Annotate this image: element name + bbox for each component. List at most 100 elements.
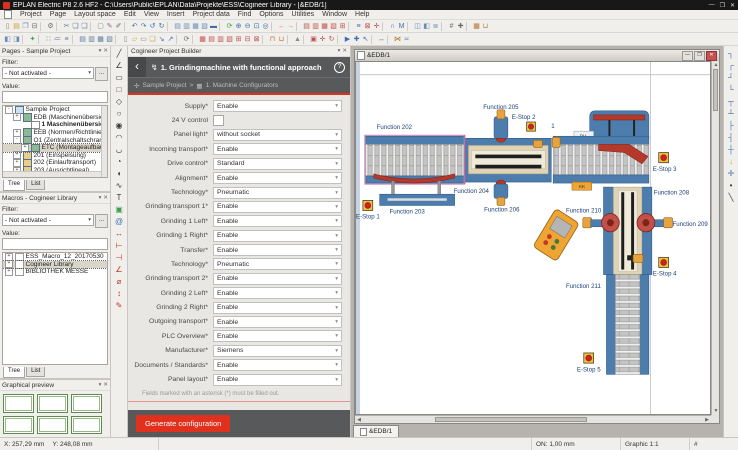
move-base-point-icon[interactable]: ✛: [372, 21, 381, 32]
filter-browse-button[interactable]: ...: [95, 214, 108, 228]
toolbar-icon[interactable]: [271, 22, 276, 31]
scroll-up-icon[interactable]: ▲: [712, 61, 720, 69]
panel-close-icon[interactable]: ✕: [103, 382, 108, 388]
menu-options[interactable]: Options: [259, 11, 283, 18]
window-maximize-button[interactable]: ❐: [720, 2, 725, 9]
menu-project-data[interactable]: Project data: [192, 11, 229, 18]
menu-edit[interactable]: Edit: [124, 11, 136, 18]
drawing-function-206-grinding-head-bottom[interactable]: Function 206: [484, 180, 520, 214]
interruption-point-icon[interactable]: ↓: [725, 156, 737, 168]
drawing-e-stop-2[interactable]: E-Stop 2: [512, 114, 536, 131]
zoom-in-icon[interactable]: ⊕: [234, 21, 243, 32]
insert-device-icon[interactable]: ▤: [78, 34, 87, 45]
preview-thumb-6[interactable]: [71, 416, 102, 435]
toolbar-icon[interactable]: [287, 35, 292, 44]
page-preview-icon[interactable]: ◧: [422, 21, 431, 32]
autoconnect-icon[interactable]: ≍: [402, 34, 411, 45]
scroll-right-icon[interactable]: ▶: [703, 416, 711, 424]
snap-to-grid-icon[interactable]: ⊞: [338, 21, 347, 32]
arc-3point-icon[interactable]: ◡: [113, 144, 125, 156]
redo-history-icon[interactable]: ↻: [157, 21, 166, 32]
diameter-dimension-icon[interactable]: ⌀: [113, 276, 125, 288]
ellipse-icon[interactable]: ◖: [113, 168, 125, 180]
toolbar-icon[interactable]: [441, 22, 446, 31]
open-page-icon[interactable]: ▱: [130, 34, 139, 45]
config-select[interactable]: Enable ▾: [213, 143, 342, 155]
graphic-grid-c-icon[interactable]: ▦: [320, 21, 329, 32]
assign-format-icon[interactable]: ✐: [114, 21, 123, 32]
chain-dimension-icon[interactable]: ⊢: [113, 240, 125, 252]
config-select[interactable]: Enable ▾: [213, 330, 342, 342]
drawing-e-stop-3[interactable]: E-Stop 3: [653, 153, 677, 173]
toolbar-icon[interactable]: [124, 22, 129, 31]
menu-help[interactable]: Help: [355, 11, 369, 18]
junction-dot-icon[interactable]: •: [725, 180, 737, 192]
pointer-mode-icon[interactable]: ▶: [343, 34, 352, 45]
placeholder-object-icon[interactable]: ▧: [200, 21, 209, 32]
export-pages-icon[interactable]: ↗: [166, 34, 175, 45]
device-navigator-icon[interactable]: ∷: [44, 34, 53, 45]
config-select[interactable]: Enable ▾: [213, 244, 342, 256]
drawing-e-stop-5[interactable]: E-Stop 5: [577, 353, 601, 373]
config-select[interactable]: Enable ▾: [213, 316, 342, 328]
edit-terminal-strip-icon[interactable]: ⊓: [268, 34, 277, 45]
help-button[interactable]: ?: [334, 62, 345, 73]
increment-icon[interactable]: ✚: [456, 21, 465, 32]
open-project-icon[interactable]: ▤: [12, 21, 21, 32]
height-dimension-icon[interactable]: ↕: [113, 288, 125, 300]
filter-browse-button[interactable]: ...: [95, 67, 108, 81]
tree-item-o1[interactable]: - O1 (Zentralschaltschrank): [3, 136, 107, 144]
toolbar-icon[interactable]: [22, 35, 27, 44]
toolbar-icon[interactable]: [56, 22, 61, 31]
pages-tab-tree[interactable]: Tree: [3, 180, 25, 191]
preview-thumb-4[interactable]: [3, 416, 34, 435]
preview-thumb-5[interactable]: [37, 416, 68, 435]
toolbar-icon[interactable]: [115, 35, 120, 44]
paste-icon[interactable]: ❑: [80, 21, 89, 32]
symbol-navigator-icon[interactable]: ≔: [53, 34, 62, 45]
menu-window[interactable]: Window: [322, 11, 347, 18]
toolbar-icon[interactable]: [192, 35, 197, 44]
menu-page[interactable]: Page: [50, 11, 66, 18]
cogineer-icon[interactable]: ✦: [28, 34, 37, 45]
circle-icon[interactable]: ○: [113, 108, 125, 120]
toolbar-icon[interactable]: [303, 35, 308, 44]
terminal-diagram-icon[interactable]: ▤: [207, 34, 216, 45]
window-minimize-button[interactable]: —: [709, 2, 715, 9]
preview-thumb-3[interactable]: [71, 394, 102, 413]
panel-close-icon[interactable]: ✕: [342, 48, 347, 54]
preview-thumb-2[interactable]: [37, 394, 68, 413]
logic-mode-icon[interactable]: ∩: [388, 21, 397, 32]
config-select[interactable]: Enable ▾: [213, 230, 342, 242]
config-select[interactable]: Standard ▾: [213, 158, 342, 170]
page-macro-icon[interactable]: ▤: [173, 21, 182, 32]
config-select[interactable]: without socket ▾: [213, 129, 342, 141]
undo-icon[interactable]: ↶: [130, 21, 139, 32]
rotate-objects-icon[interactable]: ↻: [327, 34, 336, 45]
update-reports-icon[interactable]: ⟳: [182, 34, 191, 45]
breadcrumb-page[interactable]: 1. Machine Configurators: [205, 82, 278, 89]
drawing-function-203-alignment[interactable]: Function 203: [374, 174, 455, 216]
angle-dimension-icon[interactable]: ∠: [113, 264, 125, 276]
tree-expander-icon[interactable]: -: [13, 136, 21, 144]
page-properties-icon[interactable]: ▭: [139, 34, 148, 45]
config-select[interactable]: Pneumatic ▾: [213, 258, 342, 270]
cable-diagram-icon[interactable]: ▥: [216, 34, 225, 45]
fullscreen-icon[interactable]: ▬: [209, 21, 218, 32]
toolbar-icon[interactable]: [72, 35, 77, 44]
symbol-macro-icon[interactable]: ▦: [191, 21, 200, 32]
macros-tab-tree[interactable]: Tree: [3, 367, 25, 378]
move-objects-icon[interactable]: ✛: [318, 34, 327, 45]
angle-ne-icon[interactable]: ┐: [725, 48, 737, 60]
config-select[interactable]: Enable ▾: [213, 359, 342, 371]
copy-page-icon[interactable]: ❏: [148, 34, 157, 45]
toolbar-icon[interactable]: [371, 35, 376, 44]
connection-list-icon[interactable]: ▧: [225, 34, 234, 45]
rectangle-icon[interactable]: ▭: [113, 72, 125, 84]
schematic-canvas[interactable]: Function 202 Function 203: [355, 61, 711, 415]
toolbar-icon[interactable]: [40, 22, 45, 31]
connection-point-icon[interactable]: ✛: [725, 168, 737, 180]
circle-center-icon[interactable]: ◉: [113, 120, 125, 132]
canvas-vertical-scrollbar[interactable]: ▲ ▼: [711, 61, 719, 415]
t-node-up-icon[interactable]: ┴: [725, 108, 737, 120]
